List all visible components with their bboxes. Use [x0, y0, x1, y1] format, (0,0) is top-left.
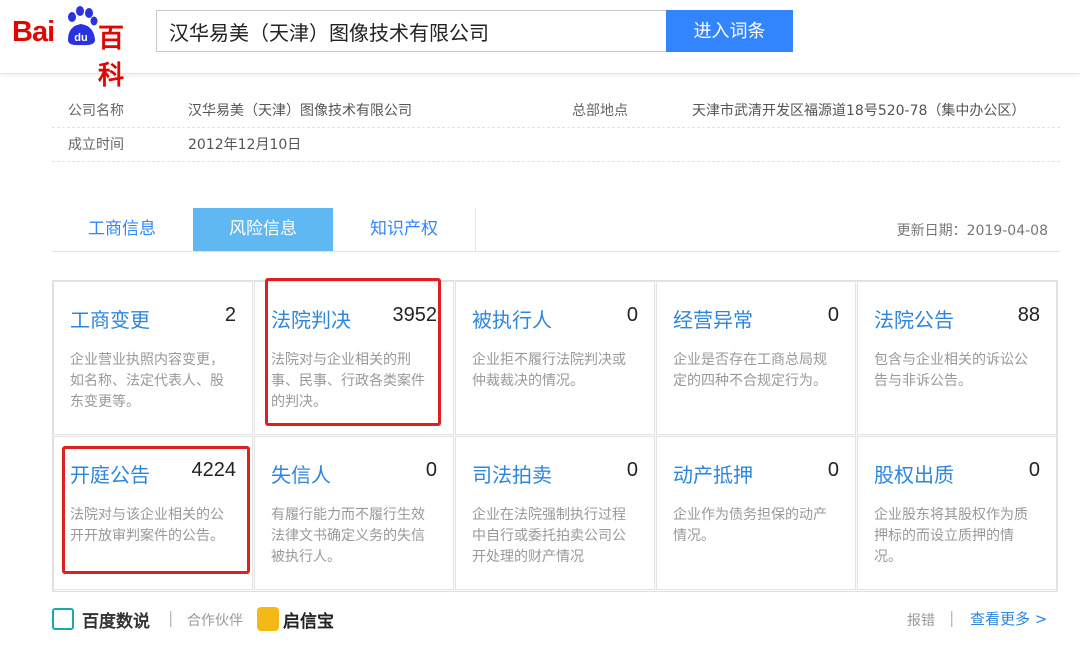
card-title: 失信人: [271, 463, 331, 487]
paw-icon: du: [68, 6, 98, 46]
card-desc: 有履行能力而不履行生效法律文书确定义务的失信被执行人。: [271, 507, 425, 565]
company-name-label: 公司名称: [68, 103, 124, 119]
logo-du-text: du: [74, 32, 87, 44]
info-row-2: 成立时间 2012年12月10日: [52, 128, 1060, 162]
card-count: 4224: [191, 459, 237, 481]
card-count: 88: [1017, 304, 1040, 326]
partner-name[interactable]: 启信宝: [283, 607, 334, 632]
company-info: 公司名称 汉华易美（天津）图像技术有限公司 总部地点 天津市武清开发区福源道18…: [52, 94, 1060, 162]
card-count: 0: [827, 459, 839, 481]
risk-card-chattel-mortgage[interactable]: 动产抵押 0 企业作为债务担保的动产情况。: [656, 436, 856, 590]
baidu-baike-logo[interactable]: Bai du 百科: [12, 6, 147, 91]
hq-label: 总部地点: [572, 103, 628, 119]
risk-card-hearing-notice[interactable]: 开庭公告 4224 法院对与该企业相关的公开开放审判案件的公告。: [53, 436, 253, 590]
risk-card-court-judgment[interactable]: 法院判决 3952 法院对与企业相关的刑事、民事、行政各类案件的判决。: [254, 281, 454, 435]
company-name-value: 汉华易美（天津）图像技术有限公司: [188, 103, 412, 119]
card-title: 法院判决: [271, 308, 351, 332]
tab-risk-info[interactable]: 风险信息: [193, 208, 333, 251]
risk-grid: 工商变更 2 企业营业执照内容变更，如名称、法定代表人、股东变更等。 法院判决 …: [52, 280, 1058, 592]
risk-card-court-notice[interactable]: 法院公告 88 包含与企业相关的诉讼公告与非诉公告。: [857, 281, 1057, 435]
card-desc: 企业营业执照内容变更，如名称、法定代表人、股东变更等。: [70, 352, 224, 410]
card-desc: 企业股东将其股权作为质押标的而设立质押的情况。: [874, 507, 1028, 565]
footer-separator-2: |: [949, 608, 955, 627]
card-desc: 企业拒不履行法院判决或仲裁裁决的情况。: [472, 352, 626, 389]
logo-baike-text: 百科: [98, 24, 125, 91]
tab-ip[interactable]: 知识产权: [334, 208, 474, 251]
update-date: 更新日期：2019-04-08: [896, 223, 1048, 239]
risk-card-judicial-auction[interactable]: 司法拍卖 0 企业在法院强制执行过程中自行或委托拍卖公司公开处理的财产情况: [455, 436, 655, 590]
risk-card-equity-pledge[interactable]: 股权出质 0 企业股东将其股权作为质押标的而设立质押的情况。: [857, 436, 1057, 590]
footer-separator: |: [168, 608, 174, 627]
card-title: 动产抵押: [673, 463, 753, 487]
risk-card-executed-person[interactable]: 被执行人 0 企业拒不履行法院判决或仲裁裁决的情况。: [455, 281, 655, 435]
card-count: 0: [626, 304, 638, 326]
info-tabs: 工商信息 风险信息 知识产权 更新日期：2019-04-08: [52, 208, 1060, 252]
founded-value: 2012年12月10日: [188, 137, 302, 153]
hq-value: 天津市武清开发区福源道18号520-78（集中办公区）: [692, 103, 1026, 119]
risk-card-business-change[interactable]: 工商变更 2 企业营业执照内容变更，如名称、法定代表人、股东变更等。: [53, 281, 253, 435]
footer: 百度数说 | 合作伙伴 启信宝 报错 | 查看更多 >: [52, 604, 1060, 636]
partner-label: 合作伙伴: [187, 613, 243, 629]
card-title: 工商变更: [70, 308, 150, 332]
card-desc: 企业是否存在工商总局规定的四种不合规定行为。: [673, 352, 827, 389]
tab-divider: [475, 208, 476, 251]
info-row-1: 公司名称 汉华易美（天津）图像技术有限公司 总部地点 天津市武清开发区福源道18…: [52, 94, 1060, 128]
card-title: 开庭公告: [70, 463, 150, 487]
card-count: 0: [626, 459, 638, 481]
card-count: 0: [827, 304, 839, 326]
risk-card-dishonest-person[interactable]: 失信人 0 有履行能力而不履行生效法律文书确定义务的失信被执行人。: [254, 436, 454, 590]
card-title: 法院公告: [874, 308, 954, 332]
footer-brand[interactable]: 百度数说: [82, 607, 150, 632]
card-desc: 企业作为债务担保的动产情况。: [673, 507, 827, 544]
card-desc: 法院对与企业相关的刑事、民事、行政各类案件的判决。: [271, 352, 425, 410]
risk-card-abnormal-operation[interactable]: 经营异常 0 企业是否存在工商总局规定的四种不合规定行为。: [656, 281, 856, 435]
card-count: 2: [224, 304, 236, 326]
card-title: 司法拍卖: [472, 463, 552, 487]
report-error-link[interactable]: 报错: [907, 610, 935, 630]
card-desc: 企业在法院强制执行过程中自行或委托拍卖公司公开处理的财产情况: [472, 507, 626, 565]
card-desc: 包含与企业相关的诉讼公告与非诉公告。: [874, 352, 1028, 389]
tab-business-info[interactable]: 工商信息: [52, 208, 192, 251]
search-input[interactable]: [156, 10, 667, 52]
card-title: 股权出质: [874, 463, 954, 487]
enter-entry-button[interactable]: 进入词条: [666, 10, 793, 52]
top-bar: Bai du 百科 进入词条: [0, 0, 1080, 91]
card-title: 被执行人: [472, 308, 552, 332]
card-desc: 法院对与该企业相关的公开开放审判案件的公告。: [70, 507, 224, 544]
founded-label: 成立时间: [68, 137, 124, 153]
logo-bai-text: Bai: [12, 16, 55, 48]
card-title: 经营异常: [673, 308, 753, 332]
qixinbao-icon: [257, 607, 279, 631]
card-count: 3952: [392, 304, 438, 326]
view-more-link[interactable]: 查看更多 >: [970, 608, 1047, 629]
card-count: 0: [425, 459, 437, 481]
card-count: 0: [1028, 459, 1040, 481]
baidu-shuoshuo-icon: [52, 608, 74, 630]
